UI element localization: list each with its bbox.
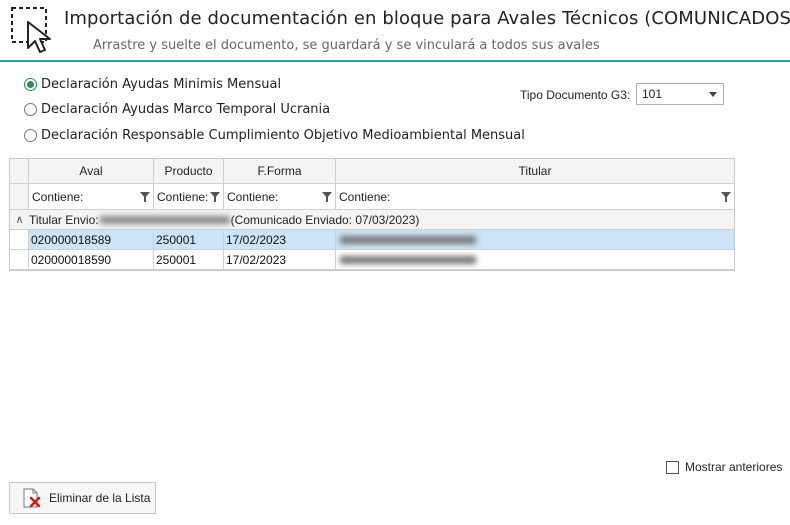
radio-label: Declaración Responsable Cumplimiento Obj… [41,127,525,143]
mostrar-anteriores-checkbox[interactable]: Mostrar anteriores [666,460,782,474]
cell-fforma: 17/02/2023 [224,230,336,249]
delete-document-icon [23,488,41,508]
column-header-aval[interactable]: Aval [29,159,154,183]
filter-icon[interactable] [140,192,150,202]
filter-text: Contiene: [339,189,391,204]
redacted-text [340,255,476,264]
tipo-documento-select[interactable]: 101 [636,83,724,105]
filter-text: Contiene: [227,189,279,204]
radio-label: Declaración Ayudas Marco Temporal Ucrani… [41,101,331,117]
radio-label: Declaración Ayudas Minimis Mensual [41,76,282,92]
redacted-text [340,235,476,244]
column-header-producto[interactable]: Producto [154,159,224,183]
cell-producto: 250001 [154,250,224,269]
column-header-fforma[interactable]: F.Forma [224,159,336,183]
radio-button[interactable] [24,128,37,142]
cell-titular [336,230,734,249]
page-title: Importación de documentación en bloque p… [64,8,790,29]
radio-button[interactable] [24,102,37,116]
column-header-titular[interactable]: Titular [336,159,734,183]
page-subtitle: Arrastre y suelte el documento, se guard… [93,38,600,53]
grid-filter-row: Contiene: Contiene: Contiene: Contiene: [10,184,734,210]
filter-cell-titular[interactable]: Contiene: [336,184,734,209]
cell-fforma: 17/02/2023 [224,250,336,269]
filter-icon[interactable] [210,192,220,202]
cell-aval: 020000018589 [29,230,154,249]
group-suffix: (Comunicado Enviado: 07/03/2023) [230,212,420,227]
collapse-chevron-icon[interactable]: ∧ [10,213,29,226]
eliminar-de-la-lista-button[interactable]: Eliminar de la Lista [9,482,156,514]
filter-text: Contiene: [157,189,209,204]
radio-button[interactable] [24,77,37,91]
redacted-text [99,215,230,224]
header-bar: Importación de documentación en bloque p… [0,0,790,62]
table-row[interactable]: 020000018590 250001 17/02/2023 [10,250,734,270]
grid-header-row: Aval Producto F.Forma Titular [10,159,734,184]
tipo-documento-value: 101 [642,87,663,101]
filter-icon[interactable] [322,192,332,202]
radio-option-ucrania[interactable]: Declaración Ayudas Marco Temporal Ucrani… [24,100,330,118]
drag-drop-cursor-icon [11,7,51,53]
filter-text: Contiene: [32,189,84,204]
group-prefix: Titular Envio: [29,212,99,227]
cell-titular [336,250,734,269]
row-indicator-header [10,159,29,183]
cell-producto: 250001 [154,230,224,249]
checkbox[interactable] [666,460,679,474]
cell-aval: 020000018590 [29,250,154,269]
row-indicator [10,250,29,269]
avales-grid: Aval Producto F.Forma Titular Contiene: … [9,158,735,271]
filter-cell-producto[interactable]: Contiene: [154,184,224,209]
filter-cell-aval[interactable]: Contiene: [29,184,154,209]
row-indicator [10,230,29,249]
checkbox-label: Mostrar anteriores [685,460,783,474]
tipo-documento-label: Tipo Documento G3: [520,88,631,102]
filter-cell-fforma[interactable]: Contiene: [224,184,336,209]
radio-option-medioambiental[interactable]: Declaración Responsable Cumplimiento Obj… [24,126,525,144]
chevron-down-icon[interactable] [709,92,717,97]
table-row[interactable]: 020000018589 250001 17/02/2023 [10,230,734,250]
group-row[interactable]: ∧ Titular Envio: (Comunicado Enviado: 07… [10,210,734,230]
button-label: Eliminar de la Lista [49,491,151,505]
radio-option-minimis[interactable]: Declaración Ayudas Minimis Mensual [24,75,281,93]
filter-icon[interactable] [721,192,731,202]
row-indicator-filter [10,184,29,209]
